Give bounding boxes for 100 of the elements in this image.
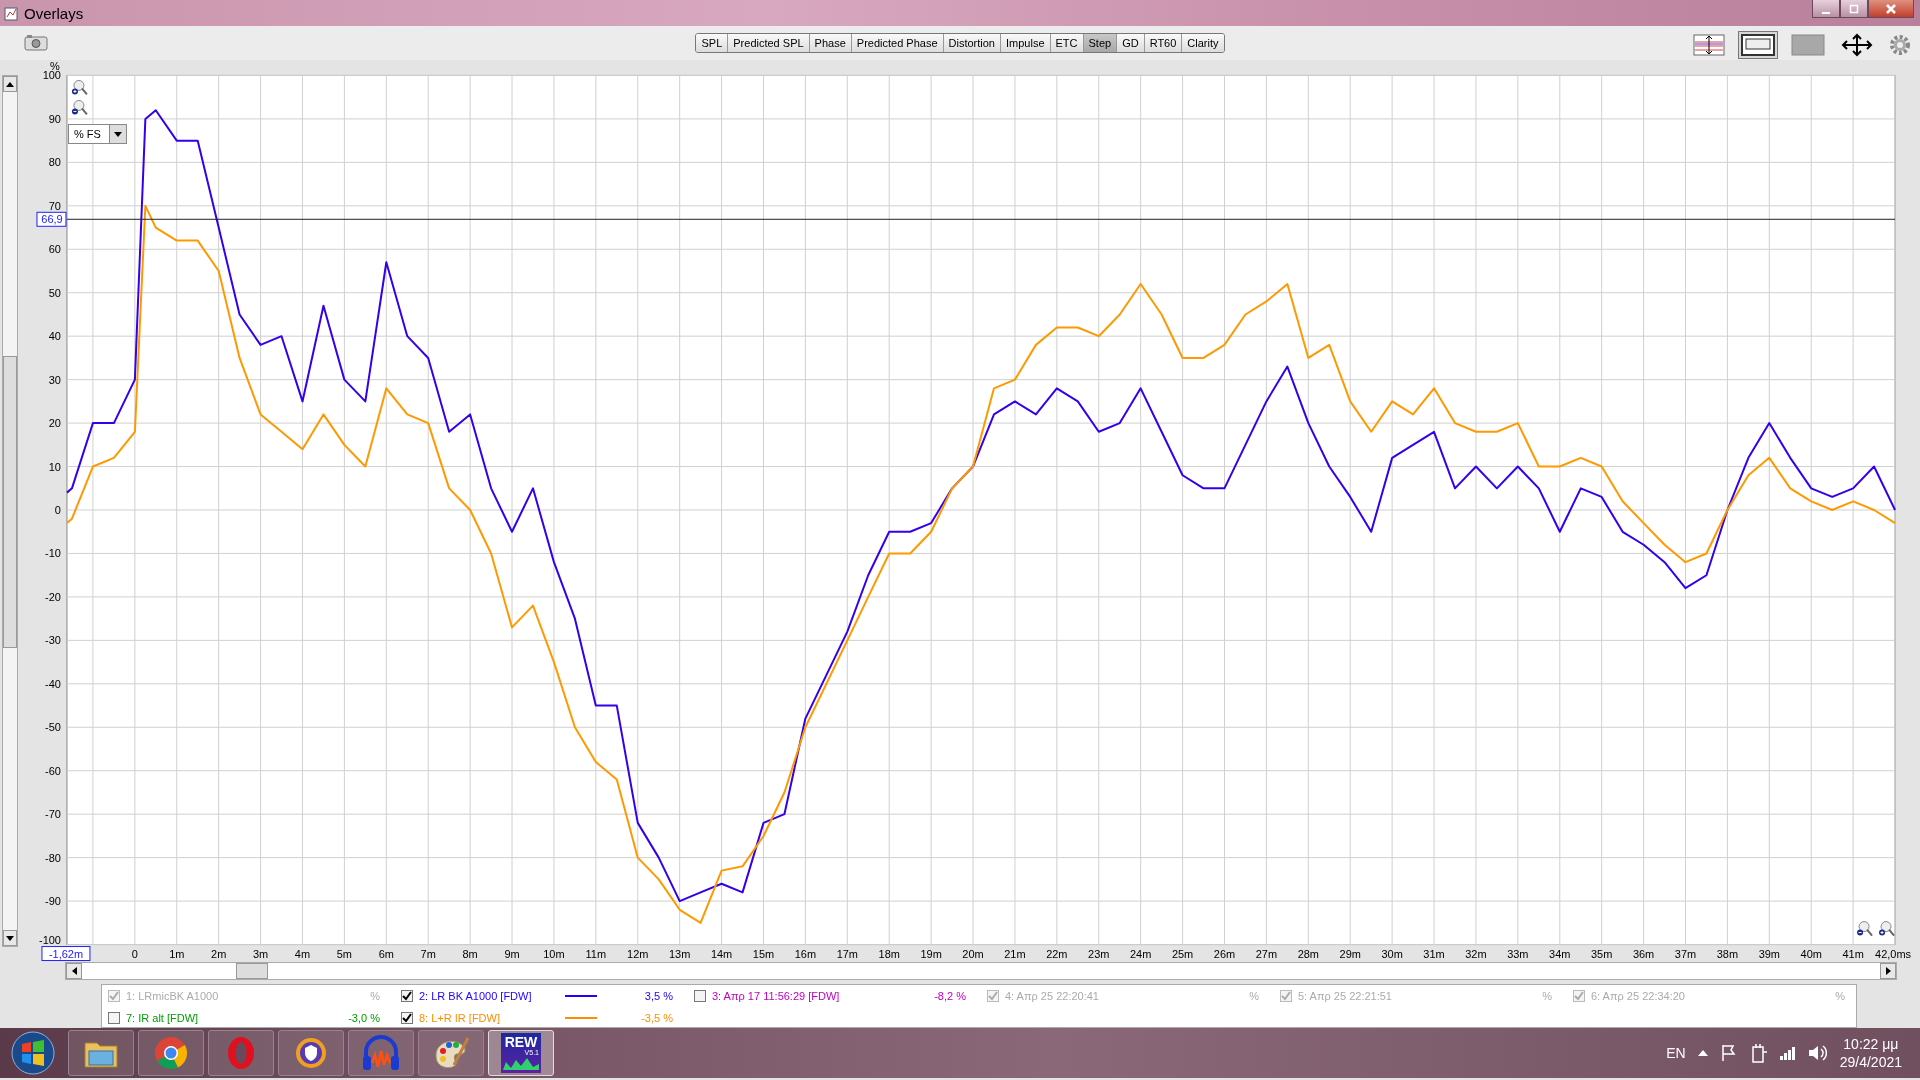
y-tick-label: 40 <box>48 330 61 343</box>
graph-tab[interactable]: ETC <box>1050 34 1084 52</box>
zoom-in-icon[interactable] <box>71 79 88 96</box>
palette-icon <box>432 1035 470 1071</box>
y-tick-label: -40 <box>45 677 61 690</box>
taskbar-button[interactable] <box>418 1030 484 1076</box>
language-indicator[interactable]: EN <box>1666 1045 1686 1061</box>
app-icon <box>4 5 20 21</box>
taskbar-button[interactable] <box>138 1030 204 1076</box>
y-tick-label: 70 <box>48 199 61 212</box>
graph-tab[interactable]: GD <box>1117 34 1145 52</box>
legend-label: 8: L+R IR [FDW] <box>419 1012 501 1024</box>
clock-time[interactable]: 10:22 μμ <box>1843 1036 1899 1052</box>
y-tick-label: 60 <box>48 243 61 256</box>
x-tick-label: 11m <box>585 947 607 960</box>
graph-tab[interactable]: Phase <box>809 34 852 52</box>
graph-tab[interactable]: Distortion <box>943 34 1001 52</box>
taskbar-button[interactable] <box>68 1030 134 1076</box>
y-tick-label: -100 <box>38 933 61 946</box>
graph-tab[interactable]: Predicted SPL <box>728 34 810 52</box>
x-tick-label: 37m <box>1674 947 1697 960</box>
power-plug-icon[interactable] <box>1749 1043 1768 1063</box>
scroll-right-icon[interactable] <box>1885 967 1891 975</box>
camera-icon[interactable] <box>24 33 48 51</box>
scroll-down-icon[interactable] <box>6 935 14 941</box>
legend-value: -3,0 % <box>347 1012 380 1024</box>
scale-dropdown[interactable]: % FS <box>68 124 127 144</box>
x-tick-label: 0 <box>131 947 138 960</box>
scrollbar-thumb[interactable] <box>236 963 268 979</box>
x-tick-label: 26m <box>1213 947 1236 960</box>
flag-icon[interactable] <box>1719 1044 1738 1062</box>
signal-bars-icon[interactable] <box>1779 1046 1796 1060</box>
zoom-out-icon[interactable] <box>1857 921 1874 937</box>
scrollbar-thumb[interactable] <box>3 356 17 648</box>
taskbar-button[interactable] <box>278 1030 344 1076</box>
graph-tab[interactable]: Step <box>1083 34 1118 52</box>
x-tick-label: 17m <box>836 947 858 960</box>
x-tick-label: 3m <box>252 947 269 960</box>
legend-value: -3,5 % <box>640 1012 673 1024</box>
x-tick-label: 39m <box>1758 947 1780 960</box>
x-tick-label: 32m <box>1465 947 1487 960</box>
x-tick-label: 35m <box>1591 947 1613 960</box>
start-button[interactable] <box>8 1030 58 1076</box>
x-tick-label: 1m <box>169 947 185 960</box>
horizontal-scrollbar[interactable] <box>65 962 1897 980</box>
shield-icon <box>293 1035 329 1071</box>
x-tick-label: 5m <box>336 947 352 960</box>
legend-label: 3: Απρ 17 11:56:29 [FDW] <box>712 990 841 1002</box>
graph-tab[interactable]: Impulse <box>1001 34 1051 52</box>
y-tick-label: -90 <box>45 895 61 908</box>
close-button[interactable] <box>1868 0 1914 18</box>
graph-tab[interactable]: Predicted Phase <box>851 34 944 52</box>
y-tick-label: -60 <box>45 764 61 777</box>
legend-value: -8,2 % <box>933 990 966 1002</box>
overlay-lines-icon[interactable] <box>1690 31 1728 59</box>
clock-date[interactable]: 29/4/2021 <box>1839 1054 1902 1070</box>
line-swatch <box>565 995 597 997</box>
x-tick-label: 40m <box>1800 947 1822 960</box>
x-tick-label: 19m <box>920 947 942 960</box>
zoom-in-icon[interactable] <box>1879 921 1896 937</box>
checkbox[interactable] <box>401 1012 413 1024</box>
x-tick-label: 42,0ms <box>1875 947 1911 960</box>
browser-icon <box>153 1035 189 1071</box>
legend-label: 6: Απρ 25 22:34:20 <box>1591 990 1686 1002</box>
x-tick-label: 36m <box>1632 947 1655 960</box>
minimize-button[interactable] <box>1812 0 1840 18</box>
scroll-left-icon[interactable] <box>71 967 77 975</box>
y-cursor-label: 66,9 <box>36 211 67 227</box>
checkbox[interactable] <box>694 990 706 1002</box>
legend-value: % <box>1541 990 1552 1002</box>
vertical-scrollbar[interactable] <box>2 75 18 947</box>
graph-tab[interactable]: RT60 <box>1144 34 1183 52</box>
speaker-icon[interactable] <box>1807 1044 1828 1062</box>
x-tick-label: 7m <box>420 947 436 960</box>
legend-label: 7: IR alt [FDW] <box>126 1012 200 1024</box>
app-icon-title: REW <box>504 1035 538 1049</box>
maximize-button[interactable] <box>1840 0 1868 18</box>
x-tick-label: 10m <box>543 947 565 960</box>
window-layout-icon[interactable] <box>1738 31 1778 59</box>
x-tick-label: 29m <box>1339 947 1361 960</box>
headphones-icon <box>361 1034 401 1072</box>
caret-up-icon[interactable] <box>1697 1050 1708 1056</box>
maximize-icon <box>1849 3 1859 14</box>
legend-value: % <box>369 990 380 1002</box>
graph-tab[interactable]: Clarity <box>1182 34 1224 52</box>
checkbox[interactable] <box>108 1012 120 1024</box>
legend-label: 2: LR BK A1000 [FDW] <box>419 990 533 1002</box>
zoom-out-icon[interactable] <box>71 99 88 116</box>
x-tick-label: 28m <box>1297 947 1319 960</box>
legend-label: 5: Απρ 25 22:21:51 <box>1298 990 1393 1002</box>
legend-value: % <box>1248 990 1259 1002</box>
y-tick-label: 20 <box>48 417 61 430</box>
x-tick-label: 18m <box>878 947 900 960</box>
graph-tab[interactable]: SPL <box>696 34 729 52</box>
x-tick-label: 41m <box>1842 947 1864 960</box>
x-tick-label: 12m <box>627 947 649 960</box>
scroll-up-icon[interactable] <box>6 81 14 87</box>
x-tick-label: 23m <box>1088 947 1110 960</box>
checkbox[interactable] <box>401 990 413 1002</box>
y-tick-label: 90 <box>48 112 61 125</box>
